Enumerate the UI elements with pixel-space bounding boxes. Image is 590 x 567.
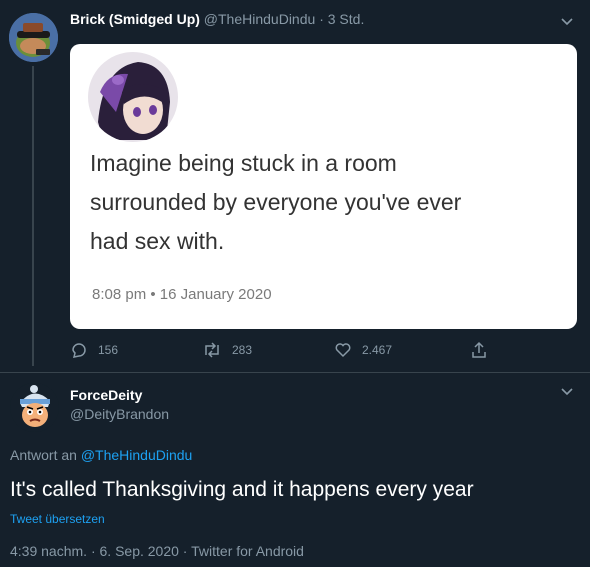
embedded-screenshot[interactable]: Imagine being stuck in a room surrounded… — [70, 44, 577, 329]
separator: · — [319, 11, 324, 27]
replying-to: Antwort an @TheHinduDindu — [10, 447, 192, 463]
avatar-brick[interactable] — [9, 13, 58, 62]
share-button[interactable] — [470, 341, 498, 359]
embedded-line-2: surrounded by everyone you've ever — [90, 189, 462, 215]
timestamp[interactable]: 3 Std. — [328, 11, 365, 27]
display-name[interactable]: ForceDeity — [70, 387, 142, 403]
tweet-header: Brick (Smidged Up) @TheHinduDindu · 3 St… — [70, 11, 364, 27]
replying-handle-link[interactable]: @TheHinduDindu — [81, 447, 193, 463]
reply-count: 156 — [98, 343, 119, 357]
tweet-meta: 4:39 nachm. · 6. Sep. 2020 · Twitter for… — [10, 543, 304, 559]
caret-down-icon[interactable] — [560, 14, 574, 28]
share-icon — [472, 341, 486, 358]
reply-icon — [72, 343, 86, 358]
embedded-line-1: Imagine being stuck in a room — [90, 150, 397, 176]
tweet-actions: 156 283 2.467 — [70, 341, 510, 361]
avatar-forcedeity[interactable] — [10, 383, 59, 432]
tweet-source[interactable]: Twitter for Android — [191, 543, 304, 559]
tweet-time[interactable]: 4:39 nachm. — [10, 543, 87, 559]
separator: · — [178, 543, 192, 559]
divider — [0, 372, 590, 373]
translate-tweet-link[interactable]: Tweet übersetzen — [10, 512, 105, 526]
avatar-anime — [88, 52, 178, 142]
embedded-timestamp: 8:08 pm • 16 January 2020 — [92, 286, 272, 303]
tweet-text: It's called Thanksgiving and it happens … — [10, 478, 474, 501]
display-name[interactable]: Brick (Smidged Up) — [70, 11, 200, 27]
tweet-brick[interactable]: Brick (Smidged Up) @TheHinduDindu · 3 St… — [0, 0, 590, 372]
retweet-count: 283 — [232, 343, 253, 357]
like-count: 2.467 — [362, 343, 393, 357]
embedded-tweet-text: Imagine being stuck in a room surrounded… — [90, 144, 560, 261]
tweet-date[interactable]: 6. Sep. 2020 — [100, 543, 179, 559]
like-button[interactable]: 2.467 — [334, 341, 392, 359]
thread-line — [32, 66, 34, 366]
reply-button[interactable]: 156 — [70, 341, 118, 359]
handle[interactable]: @DeityBrandon — [70, 406, 169, 422]
embedded-line-3: had sex with. — [90, 228, 225, 254]
caret-down-icon[interactable] — [560, 384, 574, 398]
replying-prefix: Antwort an — [10, 447, 81, 463]
retweet-button[interactable]: 283 — [202, 341, 252, 359]
retweet-icon — [205, 342, 219, 358]
separator: · — [87, 543, 100, 559]
like-icon — [335, 343, 351, 358]
handle[interactable]: @TheHinduDindu — [204, 11, 316, 27]
